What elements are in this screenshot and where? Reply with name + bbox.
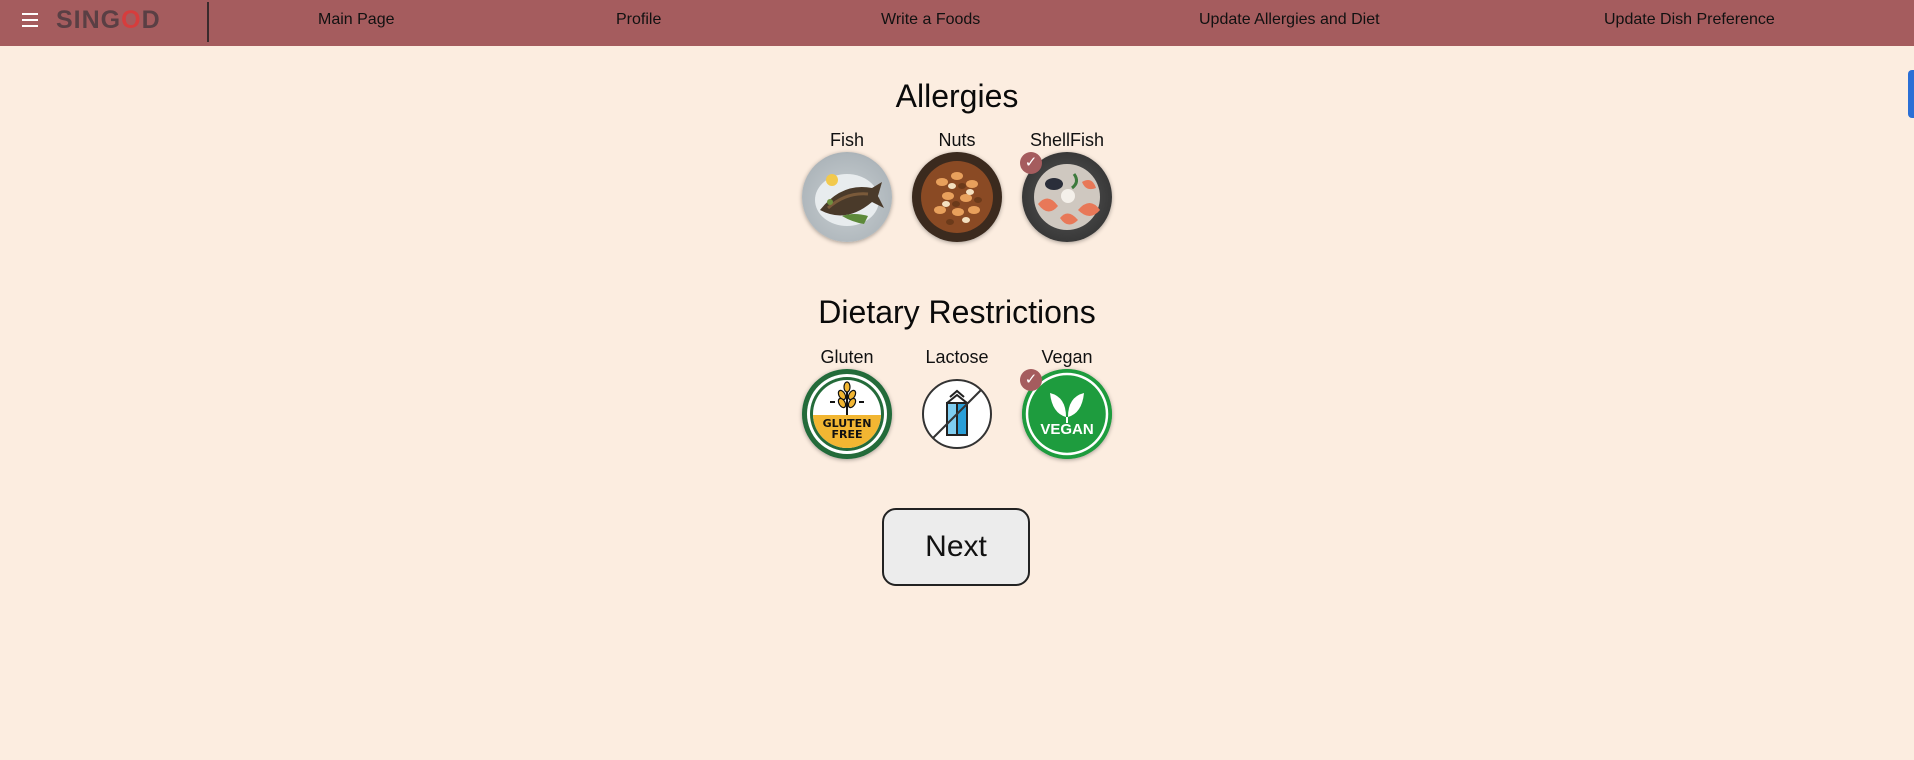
diet-option-gluten[interactable]: Gluten GLUTEN FREE [797,345,897,459]
allergy-option-shellfish[interactable]: ShellFish ✓ [1017,128,1117,242]
nav-main-page[interactable]: Main Page [318,11,395,29]
gluten-badge-text-2: FREE [831,428,863,441]
allergy-option-nuts[interactable]: Nuts [907,128,1007,242]
option-label: Nuts [938,130,976,150]
fish-image[interactable] [802,152,892,242]
allergies-title: Allergies [895,78,1019,114]
diet-option-vegan[interactable]: Vegan VEGAN ✓ [1017,345,1117,459]
vegan-badge-text: VEGAN [1040,421,1094,438]
nav-update-allergies[interactable]: Update Allergies and Diet [1199,11,1380,29]
nav-write-foods[interactable]: Write a Foods [881,11,980,29]
dietary-title: Dietary Restrictions [818,294,1096,330]
option-label: Vegan [1041,347,1093,367]
nav-profile[interactable]: Profile [616,11,661,29]
side-scroll-tab[interactable] [1908,70,1914,118]
top-navbar: SINGOD Main Page Profile Write a Foods U… [0,0,1914,46]
selected-check-icon: ✓ [1020,369,1042,391]
option-label: ShellFish [1029,130,1105,150]
option-label: Fish [829,130,864,150]
option-label: Lactose [925,347,989,367]
gluten-free-badge-icon[interactable]: GLUTEN FREE [802,369,892,459]
hamburger-menu-icon[interactable] [22,13,38,27]
allergy-option-fish[interactable]: Fish [797,128,897,242]
no-milk-icon[interactable] [912,369,1002,459]
option-label: Gluten [820,347,874,367]
nuts-image[interactable] [912,152,1002,242]
logo[interactable]: SINGOD [56,6,161,35]
selected-check-icon: ✓ [1020,152,1042,174]
diet-option-lactose[interactable]: Lactose [907,345,1007,459]
next-button[interactable]: Next [882,508,1030,586]
nav-update-dish[interactable]: Update Dish Preference [1604,11,1775,29]
nav-divider [207,2,209,42]
